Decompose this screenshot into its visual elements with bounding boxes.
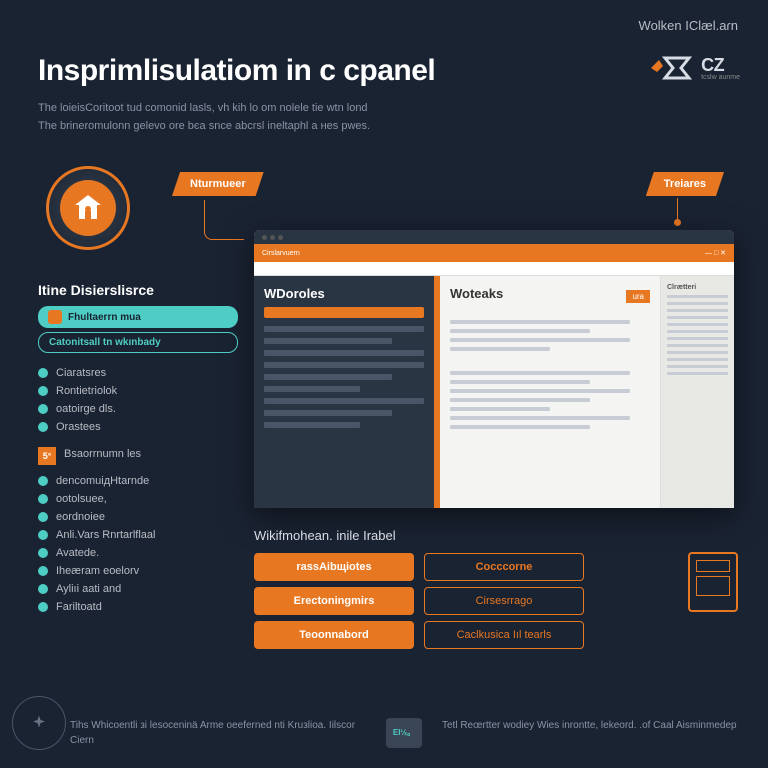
footer-badge: EI½。: [386, 718, 422, 748]
list-item: oatoirge dls.: [38, 403, 238, 415]
brand-subtitle: tcslw aunme: [701, 74, 740, 81]
list-item: Ciaratsres: [38, 367, 238, 379]
device-icon: [688, 552, 738, 612]
cta-button[interactable]: rassAibщiotes: [254, 553, 414, 581]
ai-watermark-icon: [12, 696, 66, 750]
list-item: dencomuiдHtarnde: [38, 475, 238, 487]
list-item: Ayliıi aati and: [38, 583, 238, 595]
browser-header-bar: Cirslarvuern— □ ✕: [254, 244, 734, 262]
footer: Tihs Whicoentli зi lesoceninä Arme oeefe…: [70, 718, 738, 748]
connector-line: [677, 198, 679, 222]
feature-pill[interactable]: Fhultaerrn mua: [38, 306, 238, 328]
left-feature-list: Itine Disierslisrce Fhultaerrn mua Caton…: [38, 282, 238, 619]
cta-button-outline[interactable]: Cocccorne: [424, 553, 584, 581]
list-item: Fariltoatd: [38, 601, 238, 613]
cta-button[interactable]: Teoonnabord: [254, 621, 414, 649]
list-item: Avatede.: [38, 547, 238, 559]
house-icon: [60, 180, 116, 236]
browser-mockup: Cirslarvuern— □ ✕ WDoroles Woteaks ura: [254, 230, 734, 508]
cta-button-outline[interactable]: Cirsesrrago: [424, 587, 584, 615]
list-item: Anli.Vars Rnrtarlflaal: [38, 529, 238, 541]
tag-right[interactable]: Treiares: [646, 172, 724, 196]
list-item: eordnoiee: [38, 511, 238, 523]
brand-icon: [645, 52, 693, 84]
connector-line: [204, 200, 244, 240]
footer-text-right: Tetl Reœrtter wodiey Wies inrontte, leke…: [442, 718, 738, 733]
list-item: ootolsuee,: [38, 493, 238, 505]
brand-text: CZ: [701, 55, 740, 76]
list-item: Orastees: [38, 421, 238, 433]
brand-logo: CZ tcslw aunme: [645, 52, 740, 84]
cta-button[interactable]: Erectoningmirs: [254, 587, 414, 615]
browser-titlebar: [254, 230, 734, 244]
bottom-cta-section: Wikifmohean. inile Irabel rassAibщiotes …: [254, 528, 738, 649]
page-title: Insprimlisulatiom in c cpanel: [38, 54, 435, 88]
list-header: Itine Disierslisrce: [38, 282, 238, 298]
watermark-text: Wolken IClæl.aɾn: [639, 18, 738, 33]
browser-panel-left: WDoroles: [254, 276, 434, 508]
panel-title: WDoroles: [264, 286, 424, 301]
numbered-badge: 5°: [38, 447, 56, 465]
list-item: Iheæram eoelorv: [38, 565, 238, 577]
browser-panel-right: Woteaks ura: [440, 276, 660, 508]
footer-text-left: Tihs Whicoentli зi lesoceninä Arme oeefe…: [70, 718, 366, 748]
browser-sidebar: Clrætteri: [660, 276, 734, 508]
hero-icon-circle: [46, 166, 130, 250]
panel-title: Woteaks: [450, 286, 503, 301]
section-title: Wikifmohean. inile Irabel: [254, 528, 738, 543]
tag-left[interactable]: Nturmueer: [172, 172, 264, 196]
browser-address-bar[interactable]: [254, 262, 734, 276]
cta-button-outline[interactable]: Caclkusica Iıl tearls: [424, 621, 584, 649]
list-item: Rontietriolok: [38, 385, 238, 397]
page-subtitle: The loieisCoritoot tud comonid lasls, vh…: [38, 100, 728, 135]
panel-tag[interactable]: ura: [626, 290, 650, 303]
feature-pill[interactable]: Catonitsall tn wkınbady: [38, 332, 238, 353]
